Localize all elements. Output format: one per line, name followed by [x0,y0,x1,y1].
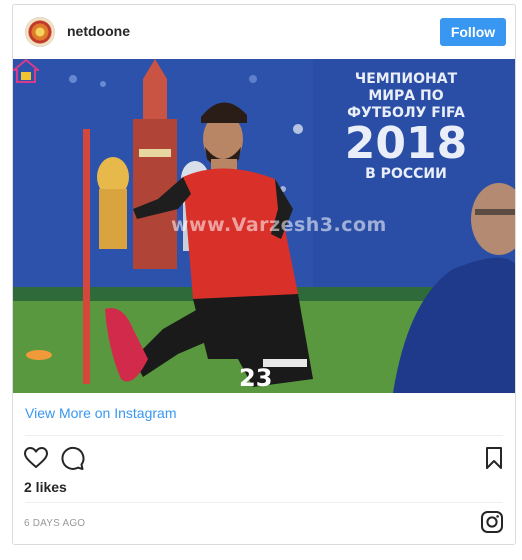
banner-line2: МИРА ПО [368,88,444,104]
jersey-number: 23 [239,364,273,392]
username[interactable]: netdoone [67,23,130,39]
heart-icon[interactable] [23,445,49,471]
likes-count: 2 likes [24,479,67,495]
instagram-icon[interactable] [480,510,504,534]
instagram-embed-card: netdoone Follow ЧЕМПИОНАТ МИРА ПО ФУТБОЛ… [12,4,516,545]
post-header: netdoone Follow [13,5,515,59]
banner-year: 2018 [344,118,468,169]
divider [25,435,503,436]
banner-line1: ЧЕМПИОНАТ [354,71,458,87]
avatar[interactable] [25,17,55,47]
banner-text: ЧЕМПИОНАТ МИРА ПО ФУТБОЛУ FIFA 2018 В РО… [331,71,481,183]
divider [25,502,503,503]
post-photo[interactable]: ЧЕМПИОНАТ МИРА ПО ФУТБОЛУ FIFA 2018 В РО… [13,59,515,393]
comment-icon[interactable] [59,445,85,471]
follow-button[interactable]: Follow [440,18,506,46]
view-more-link[interactable]: View More on Instagram [25,405,176,421]
post-timestamp: 6 DAYS AGO [24,518,86,529]
watermark-logo [13,59,39,83]
varzesh3-watermark: www.Varzesh3.com [171,214,387,236]
bookmark-icon[interactable] [481,445,507,471]
